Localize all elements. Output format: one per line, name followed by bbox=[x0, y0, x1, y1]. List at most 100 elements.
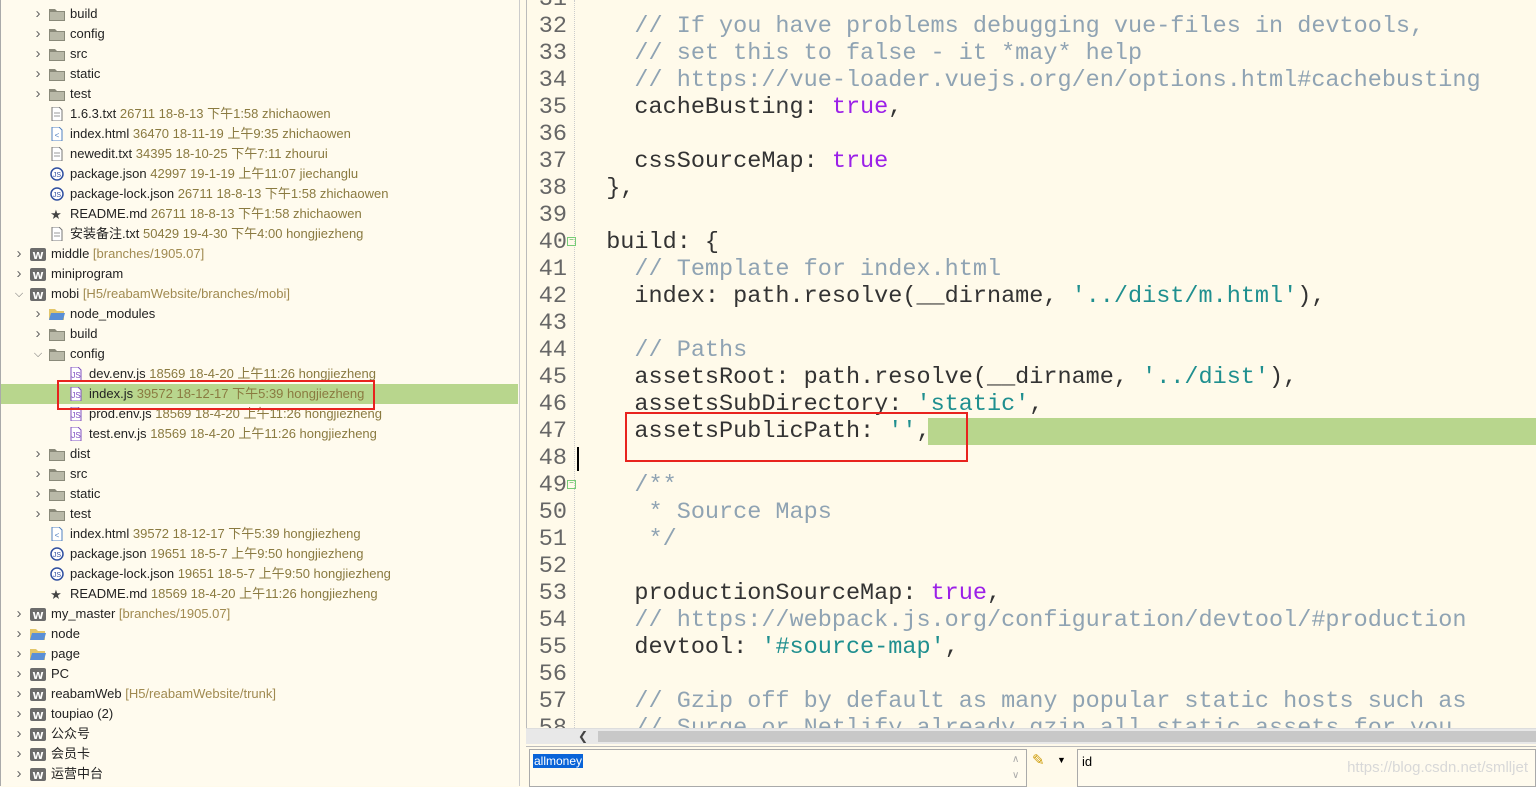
tree-item[interactable]: › Wmy_master [branches/1905.07] bbox=[1, 604, 518, 624]
find-scroll-arrows-icon[interactable]: ∧ ∨ bbox=[1012, 752, 1019, 784]
chevron-right-icon[interactable]: › bbox=[14, 604, 24, 624]
tree-item[interactable]: › Wminiprogram bbox=[1, 264, 518, 284]
tree-item[interactable]: › node_modules bbox=[1, 304, 518, 324]
chevron-right-icon[interactable]: › bbox=[14, 624, 24, 644]
tree-item[interactable]: › static bbox=[1, 64, 518, 84]
tree-item[interactable]: JS package-lock.json 26711 18-8-13 下午1:58… bbox=[1, 184, 518, 204]
search-tool-icon[interactable]: ✎ bbox=[1032, 751, 1045, 769]
html-file-icon: < bbox=[49, 126, 65, 142]
tree-item[interactable]: › src bbox=[1, 44, 518, 64]
code-text: // Paths bbox=[578, 337, 747, 364]
tree-item[interactable]: ⌵ config bbox=[1, 344, 518, 364]
bottom-panel: allmoney ∧ ∨ ✎ ▼ id https://blog.csdn.net… bbox=[526, 746, 1536, 787]
file-meta: [branches/1905.07] bbox=[118, 606, 231, 621]
file-name: index.html bbox=[70, 126, 130, 141]
chevron-right-icon[interactable]: › bbox=[33, 324, 43, 344]
tree-item[interactable]: › config bbox=[1, 24, 518, 44]
svg-text:W: W bbox=[32, 711, 43, 721]
tree-item[interactable]: › Wtoupiao (2) bbox=[1, 704, 518, 724]
chevron-right-icon[interactable]: › bbox=[33, 44, 43, 64]
horizontal-scrollbar[interactable]: ❮ bbox=[526, 728, 1536, 744]
tree-item[interactable]: ★ README.md 26711 18-8-13 下午1:58 zhichaow… bbox=[1, 204, 518, 224]
tree-item[interactable]: › build bbox=[1, 324, 518, 344]
chevron-right-icon[interactable]: › bbox=[14, 684, 24, 704]
chevron-right-icon[interactable]: › bbox=[33, 24, 43, 44]
chevron-right-icon[interactable]: › bbox=[33, 304, 43, 324]
tree-item-label: PC bbox=[51, 664, 69, 684]
tree-item[interactable]: newedit.txt 34395 18-10-25 下午7:11 zhouru… bbox=[1, 144, 518, 164]
chevron-down-icon[interactable]: ⌵ bbox=[14, 284, 24, 304]
file-name: newedit.txt bbox=[70, 146, 133, 161]
tree-item[interactable]: < index.html 39572 18-12-17 下午5:39 hongji… bbox=[1, 524, 518, 544]
chevron-right-icon[interactable]: › bbox=[33, 464, 43, 484]
code-token: // Paths bbox=[578, 337, 748, 364]
tree-item[interactable]: › node bbox=[1, 624, 518, 644]
file-name: toupiao (2) bbox=[51, 706, 114, 721]
tree-item[interactable]: › src bbox=[1, 464, 518, 484]
dropdown-arrow-icon[interactable]: ▼ bbox=[1057, 755, 1066, 765]
file-name: miniprogram bbox=[51, 266, 124, 281]
chevron-right-icon[interactable]: › bbox=[14, 664, 24, 684]
file-meta: 26711 18-8-13 下午1:58 zhichaowen bbox=[119, 106, 331, 121]
code-line: 52 bbox=[527, 553, 1536, 580]
tree-item[interactable]: JS package.json 42997 19-1-19 上午11:07 jie… bbox=[1, 164, 518, 184]
code-token: // set this to false - it *may* help bbox=[578, 40, 1143, 67]
chevron-down-icon[interactable]: ⌵ bbox=[33, 344, 43, 364]
chevron-right-icon[interactable]: › bbox=[33, 484, 43, 504]
tree-item[interactable]: ⌵ Wmobi [H5/reabamWebsite/branches/mobi] bbox=[1, 284, 518, 304]
chevron-right-icon[interactable]: › bbox=[14, 764, 24, 784]
tree-item[interactable]: › page bbox=[1, 644, 518, 664]
chevron-right-icon[interactable]: › bbox=[14, 264, 24, 284]
tree-item[interactable]: › W PC bbox=[1, 664, 518, 684]
tree-item[interactable]: › static bbox=[1, 484, 518, 504]
tree-item[interactable]: 1.6.3.txt 26711 18-8-13 下午1:58 zhichaowe… bbox=[1, 104, 518, 124]
code-line: 39 bbox=[527, 202, 1536, 229]
chevron-right-icon[interactable]: › bbox=[14, 644, 24, 664]
chevron-right-icon[interactable]: › bbox=[33, 84, 43, 104]
code-token: ), bbox=[1297, 283, 1326, 310]
fold-toggle-icon[interactable]: − bbox=[567, 237, 576, 246]
chevron-right-icon[interactable]: › bbox=[33, 504, 43, 524]
scroll-left-icon[interactable]: ❮ bbox=[578, 729, 588, 743]
find-input[interactable]: allmoney ∧ ∨ bbox=[529, 749, 1027, 787]
line-number: 53 bbox=[538, 580, 567, 607]
chevron-right-icon[interactable]: › bbox=[33, 4, 43, 24]
tree-item-label: 会员卡 bbox=[51, 744, 90, 764]
tree-item[interactable]: JS test.env.js 18569 18-4-20 上午11:26 hong… bbox=[1, 424, 518, 444]
tree-item[interactable]: › test bbox=[1, 84, 518, 104]
file-meta: 50429 19-4-30 下午4:00 hongjiezheng bbox=[142, 226, 364, 241]
tree-item[interactable]: › Wmiddle [branches/1905.07] bbox=[1, 244, 518, 264]
tree-item[interactable]: › test bbox=[1, 504, 518, 524]
tree-item[interactable]: › WreabamWeb [H5/reabamWebsite/trunk] bbox=[1, 684, 518, 704]
tree-item[interactable]: › W 会员卡 bbox=[1, 744, 518, 764]
line-number: 35 bbox=[538, 94, 567, 121]
chevron-right-icon[interactable]: › bbox=[33, 444, 43, 464]
web-project-icon: W bbox=[30, 767, 46, 782]
code-token: // Surge or Netlify already gzip all sta… bbox=[578, 715, 1452, 728]
code-text: cacheBusting: true, bbox=[578, 94, 902, 121]
tree-item[interactable]: JS package.json 19651 18-5-7 上午9:50 hongj… bbox=[1, 544, 518, 564]
chevron-right-icon[interactable]: › bbox=[14, 724, 24, 744]
tree-item[interactable]: < index.html 36470 18-11-19 上午9:35 zhicha… bbox=[1, 124, 518, 144]
scrollbar-thumb[interactable] bbox=[598, 731, 1536, 742]
file-name: package-lock.json bbox=[70, 186, 175, 201]
chevron-right-icon[interactable]: › bbox=[33, 64, 43, 84]
code-line: 49− /** bbox=[527, 472, 1536, 499]
tree-item[interactable]: › dist bbox=[1, 444, 518, 464]
tree-item[interactable]: › W 运营中台 bbox=[1, 764, 518, 784]
tree-item[interactable]: JS package-lock.json 19651 18-5-7 上午9:50 … bbox=[1, 564, 518, 584]
code-line: 34 // https://vue-loader.vuejs.org/en/op… bbox=[527, 67, 1536, 94]
folder-modified-icon bbox=[49, 47, 65, 61]
tree-item[interactable]: › W 公众号 bbox=[1, 724, 518, 744]
file-name: static bbox=[70, 66, 101, 81]
chevron-right-icon[interactable]: › bbox=[14, 244, 24, 264]
tree-item[interactable]: 安装备注.txt 50429 19-4-30 下午4:00 hongjiezhe… bbox=[1, 224, 518, 244]
tree-item[interactable]: › build bbox=[1, 4, 518, 24]
fold-toggle-icon[interactable]: − bbox=[567, 480, 576, 489]
chevron-right-icon[interactable]: › bbox=[14, 704, 24, 724]
chevron-right-icon[interactable]: › bbox=[14, 744, 24, 764]
file-name: middle bbox=[51, 246, 90, 261]
code-line: 41 // Template for index.html bbox=[527, 256, 1536, 283]
tree-item[interactable]: ★ README.md 18569 18-4-20 上午11:26 hongjie… bbox=[1, 584, 518, 604]
code-editor[interactable]: 3132 // If you have problems debugging v… bbox=[526, 0, 1536, 728]
